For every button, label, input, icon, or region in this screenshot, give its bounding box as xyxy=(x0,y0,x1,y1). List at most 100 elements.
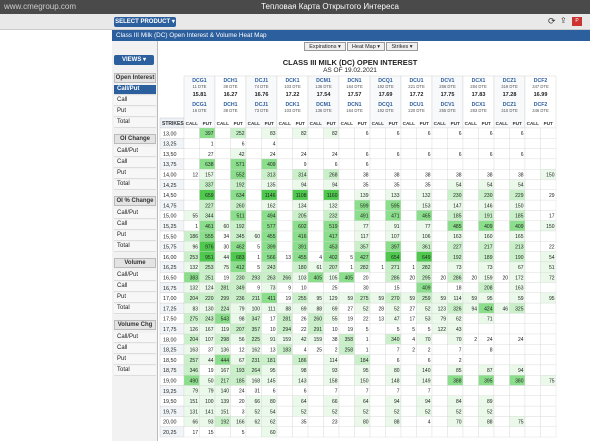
call-cell xyxy=(307,354,324,366)
call-cell xyxy=(338,199,355,211)
put-value: 52 xyxy=(425,409,431,415)
call-cell xyxy=(462,405,479,417)
expiry-dte-alt: 164 DTE xyxy=(346,108,363,113)
put-value: 286 xyxy=(453,275,462,281)
put-value: 185 xyxy=(236,378,245,384)
expiry-price: 17.57 xyxy=(348,92,362,98)
put-value: 70 xyxy=(456,337,462,343)
put-cell xyxy=(416,158,433,170)
call-value: 20 xyxy=(502,275,508,281)
put-value: 17 xyxy=(270,317,276,323)
call-cell xyxy=(183,148,200,160)
call-value: 122 xyxy=(438,327,447,333)
call-cell xyxy=(493,282,510,293)
call-cell xyxy=(338,405,355,417)
put-value: 5 xyxy=(397,327,400,333)
expiry-price: 17.69 xyxy=(379,92,393,98)
call-value: 257 xyxy=(190,358,199,364)
put-value: 552 xyxy=(236,172,245,178)
call-cell xyxy=(276,426,293,438)
call-cell xyxy=(493,395,510,407)
call-cell xyxy=(183,127,200,139)
call-cell xyxy=(493,323,510,335)
call-cell xyxy=(369,138,386,149)
put-value: 6 xyxy=(397,358,400,364)
call-cell xyxy=(462,169,479,180)
call-value: 2 xyxy=(412,348,415,354)
put-value: 1 xyxy=(366,348,369,354)
call-cell xyxy=(493,333,510,345)
call-value: 132 xyxy=(190,265,199,271)
put-value: 337 xyxy=(205,183,214,189)
put-value: 251 xyxy=(205,275,214,281)
call-cell xyxy=(245,199,262,211)
put-value: 260 xyxy=(236,203,245,209)
call-cell xyxy=(307,405,324,417)
call-cell xyxy=(493,220,510,232)
put-cell xyxy=(540,148,557,160)
call-cell xyxy=(276,395,293,407)
call-cell xyxy=(400,230,417,242)
call-cell xyxy=(493,138,510,149)
call-header: CALL xyxy=(372,121,384,126)
expiry-price: 17.83 xyxy=(472,92,486,98)
put-value: 52 xyxy=(487,409,493,415)
put-cell xyxy=(509,158,526,170)
call-cell xyxy=(431,189,448,201)
call-cell xyxy=(431,344,448,355)
put-value: 683 xyxy=(236,255,245,261)
put-value: 270 xyxy=(391,296,400,302)
put-value: 15 xyxy=(208,430,214,436)
call-cell xyxy=(276,241,293,252)
strike-label: 13,50 xyxy=(163,152,177,158)
call-cell xyxy=(307,148,324,160)
call-cell xyxy=(400,189,417,201)
put-value: 243 xyxy=(205,317,214,323)
call-cell xyxy=(524,282,541,293)
put-cell xyxy=(509,385,526,396)
call-cell xyxy=(214,199,231,211)
call-cell xyxy=(431,138,448,149)
put-value: 399 xyxy=(267,245,276,251)
put-value: 654 xyxy=(391,255,400,261)
put-value: 634 xyxy=(236,193,245,199)
put-value: 227 xyxy=(453,245,462,251)
put-value: 402 xyxy=(329,255,338,261)
put-value: 9 xyxy=(304,162,307,168)
put-value: 132 xyxy=(329,203,338,209)
call-cell xyxy=(524,354,541,366)
put-value: 147 xyxy=(453,203,462,209)
strike-label: 15,25 xyxy=(163,224,177,230)
call-cell xyxy=(276,375,293,386)
put-value: 67 xyxy=(518,265,524,271)
call-cell xyxy=(493,179,510,190)
expiry-price: 17.72 xyxy=(410,92,424,98)
call-value: 46 xyxy=(502,306,508,312)
put-header: PUT xyxy=(420,121,429,126)
call-cell xyxy=(462,282,479,293)
call-cell xyxy=(462,210,479,221)
call-cell xyxy=(369,272,386,283)
expiry-dte: 192 DTE xyxy=(377,84,394,89)
call-value: 27 xyxy=(409,306,415,312)
put-cell xyxy=(540,405,557,417)
call-value: 4 xyxy=(319,255,322,261)
expiry-dte: 256 DTE xyxy=(439,84,456,89)
call-value: 5 xyxy=(412,327,415,333)
call-cell xyxy=(462,385,479,396)
call-cell xyxy=(245,127,262,139)
put-value: 73 xyxy=(456,265,462,271)
put-value: 24 xyxy=(518,337,524,343)
expiry-price: 17.54 xyxy=(317,92,332,98)
put-value: 38 xyxy=(363,172,369,178)
call-cell xyxy=(338,169,355,180)
call-value: 225 xyxy=(252,337,261,343)
call-cell xyxy=(369,333,386,345)
put-cell xyxy=(354,138,371,149)
put-value: 6 xyxy=(428,131,431,137)
put-value: 69 xyxy=(301,306,307,312)
call-cell xyxy=(307,210,324,221)
put-value: 135 xyxy=(267,183,276,189)
put-cell xyxy=(540,313,557,324)
put-value: 271 xyxy=(391,265,400,271)
